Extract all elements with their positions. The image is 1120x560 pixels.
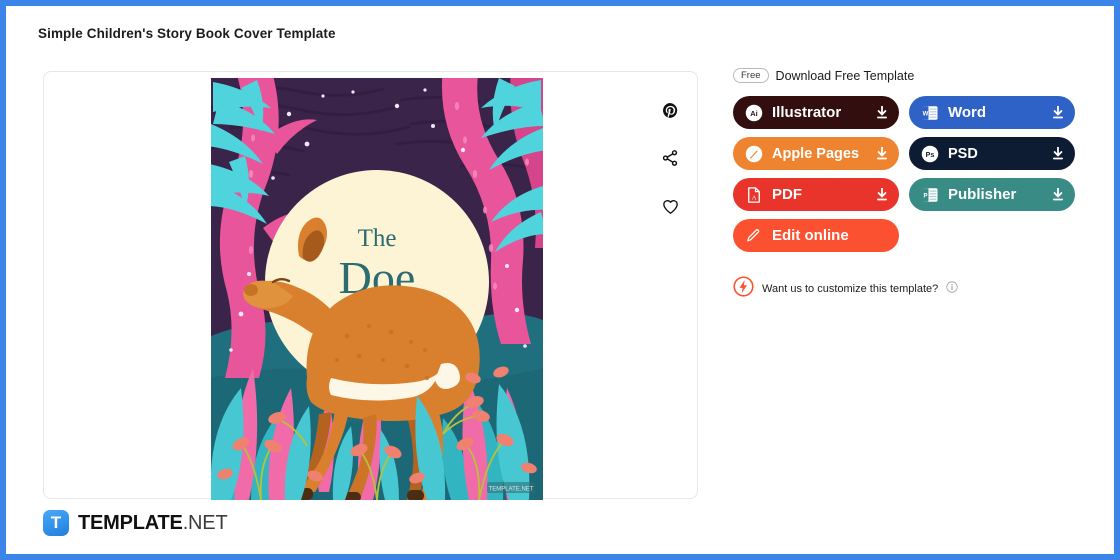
download-psd-button[interactable]: Ps PSD: [909, 137, 1075, 170]
template-net-logo[interactable]: T TEMPLATE.NET: [43, 510, 228, 536]
logo-wordmark: TEMPLATE.NET: [78, 511, 228, 535]
customize-template-row[interactable]: Want us to customize this template?: [733, 276, 1093, 302]
download-button-grid: Ai Illustrator W Word Apple Pages Ps PSD…: [733, 96, 1081, 252]
pencil-icon: [744, 226, 763, 245]
svg-text:The: The: [358, 225, 397, 252]
template-preview-card: The Doe in the Forest Written by Laurel …: [43, 71, 698, 500]
download-arrow-icon: [1051, 146, 1064, 161]
download-word-label: Word: [948, 104, 987, 121]
download-word-button[interactable]: W Word: [909, 96, 1075, 129]
download-pdf-button[interactable]: A PDF: [733, 178, 899, 211]
bolt-icon: [733, 276, 754, 302]
favorite-icon[interactable]: [657, 193, 683, 219]
download-publisher-button[interactable]: P Publisher: [909, 178, 1075, 211]
edit-online-button[interactable]: Edit online: [733, 219, 899, 252]
download-arrow-icon: [875, 187, 888, 202]
apple-pages-icon: [744, 144, 763, 163]
svg-text:W: W: [922, 111, 928, 117]
download-arrow-icon: [875, 105, 888, 120]
svg-text:Ps: Ps: [925, 151, 934, 159]
publisher-icon: P: [920, 185, 939, 204]
svg-text:TEMPLATE.NET: TEMPLATE.NET: [489, 487, 534, 493]
download-arrow-icon: [1051, 187, 1064, 202]
page-title: Simple Children's Story Book Cover Templ…: [38, 26, 336, 41]
download-panel: Free Download Free Template Ai Illustrat…: [733, 68, 1093, 302]
download-illustrator-button[interactable]: Ai Illustrator: [733, 96, 899, 129]
download-heading-label: Download Free Template: [775, 68, 915, 83]
customize-template-text: Want us to customize this template?: [762, 283, 939, 295]
word-icon: W: [920, 103, 939, 122]
download-arrow-icon: [1051, 105, 1064, 120]
svg-text:A: A: [751, 194, 756, 201]
download-arrow-icon: [875, 146, 888, 161]
edit-online-label: Edit online: [772, 227, 849, 244]
cover-watermark: TEMPLATE.NET: [487, 482, 535, 493]
logo-wordmark-light: .NET: [182, 511, 228, 534]
free-badge: Free: [733, 68, 769, 83]
preview-action-list: [657, 97, 683, 219]
download-psd-label: PSD: [948, 145, 978, 162]
book-cover-image[interactable]: The Doe in the Forest Written by Laurel …: [211, 78, 543, 500]
pinterest-icon[interactable]: [657, 97, 683, 123]
download-publisher-label: Publisher: [948, 186, 1017, 203]
svg-text:P: P: [923, 193, 927, 199]
svg-text:Ai: Ai: [750, 109, 758, 118]
photoshop-icon: Ps: [920, 144, 939, 163]
share-icon[interactable]: [657, 145, 683, 171]
book-cover-artwork: The Doe in the Forest Written by Laurel …: [211, 78, 543, 500]
download-apple-pages-label: Apple Pages: [772, 145, 860, 162]
download-illustrator-label: Illustrator: [772, 104, 842, 121]
pdf-icon: A: [744, 185, 763, 204]
info-icon[interactable]: [946, 280, 958, 298]
illustrator-icon: Ai: [744, 103, 763, 122]
download-apple-pages-button[interactable]: Apple Pages: [733, 137, 899, 170]
download-heading-row: Free Download Free Template: [733, 68, 1093, 83]
logo-mark-icon: T: [43, 510, 69, 536]
logo-wordmark-bold: TEMPLATE: [78, 511, 183, 534]
page-root: Simple Children's Story Book Cover Templ…: [6, 6, 1114, 554]
download-pdf-label: PDF: [772, 186, 802, 203]
